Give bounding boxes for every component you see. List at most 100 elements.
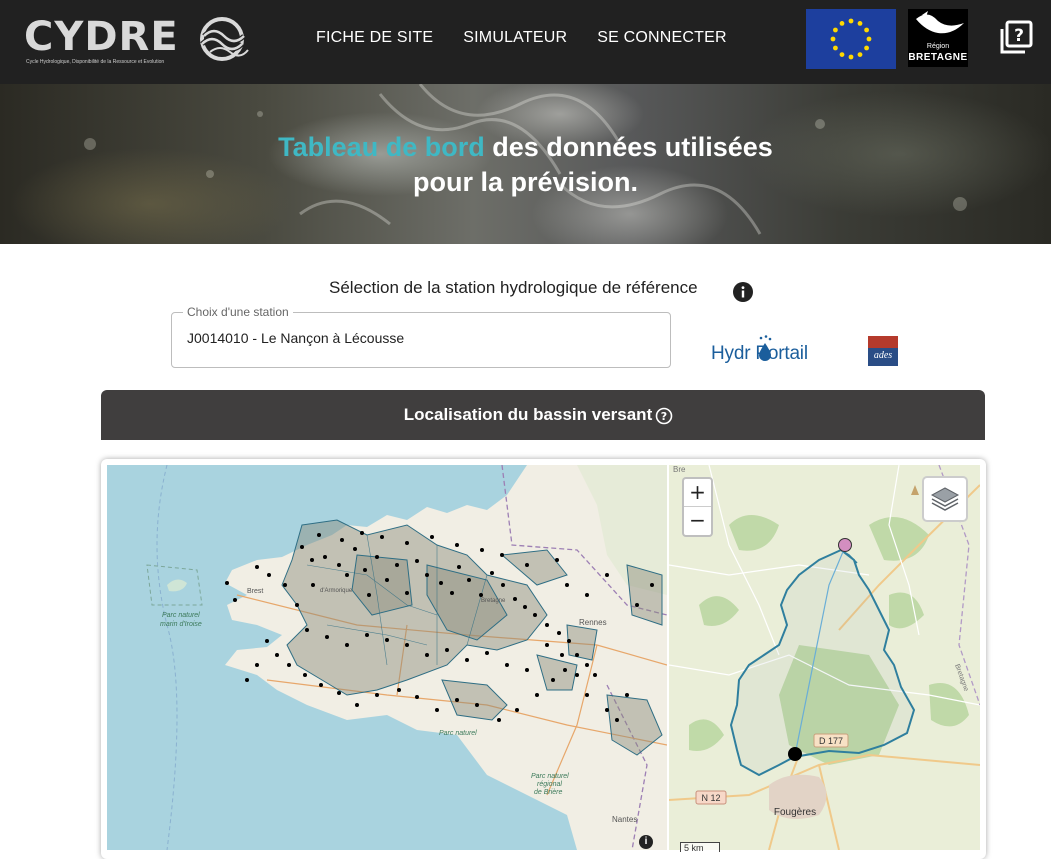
station-point[interactable] [233, 598, 237, 602]
station-point[interactable] [375, 693, 379, 697]
nav-se-connecter[interactable]: SE CONNECTER [597, 26, 727, 50]
station-point[interactable] [395, 563, 399, 567]
station-point[interactable] [535, 693, 539, 697]
station-point[interactable] [545, 643, 549, 647]
hydroportail-logo[interactable]: Hydr Portail [711, 334, 833, 366]
station-point[interactable] [625, 693, 629, 697]
station-point[interactable] [305, 628, 309, 632]
cydre-logo[interactable]: CYDRE Cycle Hydrologique, Disponibilité … [24, 12, 254, 72]
station-point[interactable] [455, 543, 459, 547]
station-point[interactable] [311, 583, 315, 587]
station-point[interactable] [505, 663, 509, 667]
station-point[interactable] [513, 597, 517, 601]
station-point[interactable] [435, 708, 439, 712]
station-point[interactable] [557, 631, 561, 635]
station-point[interactable] [360, 531, 364, 535]
station-point[interactable] [415, 695, 419, 699]
station-point[interactable] [415, 559, 419, 563]
ades-logo[interactable]: ades [868, 336, 898, 366]
station-point[interactable] [385, 638, 389, 642]
station-point[interactable] [560, 653, 564, 657]
zoom-in-button[interactable]: + [684, 479, 711, 507]
station-point[interactable] [363, 568, 367, 572]
station-point[interactable] [430, 535, 434, 539]
station-point[interactable] [533, 613, 537, 617]
station-point[interactable] [585, 593, 589, 597]
station-point[interactable] [345, 573, 349, 577]
station-point[interactable] [457, 565, 461, 569]
station-point[interactable] [337, 691, 341, 695]
station-point[interactable] [575, 653, 579, 657]
station-point[interactable] [467, 578, 471, 582]
station-point[interactable] [480, 548, 484, 552]
station-point[interactable] [593, 673, 597, 677]
station-point[interactable] [555, 558, 559, 562]
station-point[interactable] [525, 563, 529, 567]
brittany-overview-map[interactable]: Brest Rennes Nantes d'Armorique Bretagne… [107, 465, 667, 850]
station-point[interactable] [300, 545, 304, 549]
station-point[interactable] [295, 603, 299, 607]
station-point[interactable] [323, 555, 327, 559]
station-point[interactable] [450, 591, 454, 595]
station-point[interactable] [551, 678, 555, 682]
station-point[interactable] [575, 673, 579, 677]
station-point[interactable] [265, 639, 269, 643]
station-input[interactable] [187, 330, 657, 346]
station-point[interactable] [303, 673, 307, 677]
station-point[interactable] [563, 668, 567, 672]
station-point[interactable] [485, 651, 489, 655]
station-point[interactable] [367, 593, 371, 597]
station-point[interactable] [475, 703, 479, 707]
station-point[interactable] [375, 555, 379, 559]
nav-simulateur[interactable]: SIMULATEUR [463, 26, 567, 50]
station-point[interactable] [345, 643, 349, 647]
station-point[interactable] [405, 541, 409, 545]
station-point[interactable] [317, 533, 321, 537]
station-point[interactable] [500, 553, 504, 557]
station-point[interactable] [523, 605, 527, 609]
station-point[interactable] [267, 573, 271, 577]
station-point[interactable] [353, 547, 357, 551]
station-point[interactable] [255, 565, 259, 569]
station-point[interactable] [455, 698, 459, 702]
station-point[interactable] [319, 683, 323, 687]
station-point[interactable] [385, 578, 389, 582]
layers-button[interactable] [922, 476, 968, 522]
station-point[interactable] [310, 558, 314, 562]
station-point[interactable] [605, 573, 609, 577]
station-point[interactable] [365, 633, 369, 637]
station-point[interactable] [397, 688, 401, 692]
station-point[interactable] [255, 663, 259, 667]
station-point[interactable] [405, 591, 409, 595]
station-point[interactable] [585, 693, 589, 697]
station-point[interactable] [445, 648, 449, 652]
station-point[interactable] [340, 538, 344, 542]
station-point[interactable] [425, 653, 429, 657]
station-point[interactable] [525, 668, 529, 672]
station-point[interactable] [615, 718, 619, 722]
zoom-out-button[interactable]: − [684, 507, 711, 535]
map-attribution-info-icon[interactable]: i [639, 835, 653, 849]
station-point[interactable] [501, 583, 505, 587]
station-point[interactable] [490, 571, 494, 575]
station-point[interactable] [479, 593, 483, 597]
station-point[interactable] [585, 663, 589, 667]
station-point[interactable] [337, 563, 341, 567]
station-point[interactable] [225, 581, 229, 585]
station-point[interactable] [283, 583, 287, 587]
station-point[interactable] [245, 678, 249, 682]
station-point[interactable] [545, 623, 549, 627]
station-point[interactable] [635, 603, 639, 607]
station-point[interactable] [355, 703, 359, 707]
station-point[interactable] [565, 583, 569, 587]
station-point[interactable] [439, 581, 443, 585]
nav-fiche-de-site[interactable]: FICHE DE SITE [316, 26, 433, 50]
help-square-icon[interactable]: ? [998, 19, 1034, 57]
station-point[interactable] [567, 639, 571, 643]
station-point[interactable] [275, 653, 279, 657]
question-circle-icon[interactable]: ? [655, 407, 673, 425]
station-point[interactable] [605, 708, 609, 712]
station-select-field[interactable]: Choix d'une station [171, 305, 671, 368]
station-point[interactable] [325, 635, 329, 639]
station-point[interactable] [380, 535, 384, 539]
